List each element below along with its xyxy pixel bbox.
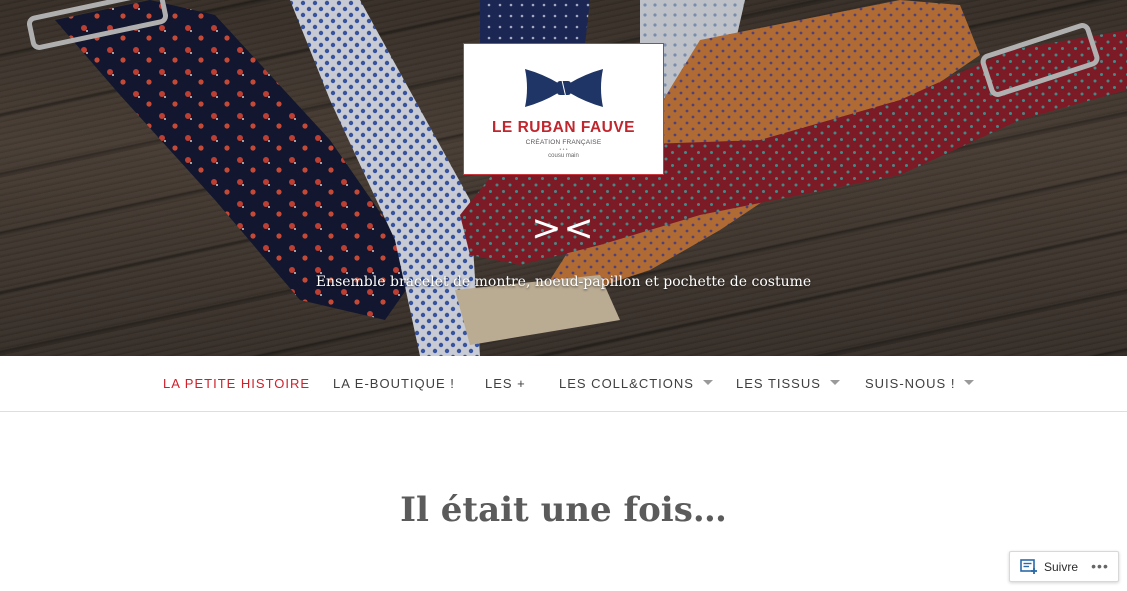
nav-item-suis-nous[interactable]: SUIS-NOUS !: [865, 356, 975, 412]
nav-item-les-collections[interactable]: LES COLL&CTIONS: [559, 356, 713, 412]
nav-item-label: LA PETITE HISTOIRE: [163, 376, 311, 391]
nav-item-la-e-boutique[interactable]: LA E-BOUTIQUE !: [333, 356, 455, 412]
header-image: LE RUBAN FAUVE CRÉATION FRANÇAISE • • • …: [0, 0, 1127, 356]
follow-actionbar: Suivre •••: [1009, 551, 1119, 582]
nav-item-label: SUIS-NOUS !: [865, 376, 956, 391]
nav-item-label: LA E-BOUTIQUE !: [333, 376, 455, 391]
main-navigation: LA PETITE HISTOIRE LA E-BOUTIQUE ! LES +…: [0, 356, 1127, 412]
logo-subtitle-2: cousu main: [548, 153, 579, 159]
logo-name: LE RUBAN FAUVE: [491, 119, 636, 136]
chevron-down-icon: [829, 380, 840, 386]
nav-item-la-petite-histoire[interactable]: LA PETITE HISTOIRE: [163, 356, 310, 412]
nav-item-label: LES COLL&CTIONS: [559, 376, 694, 391]
bow-tie-icon: [525, 69, 603, 107]
follow-button[interactable]: Suivre: [1010, 552, 1090, 581]
nav-item-label: LES +: [485, 376, 526, 391]
site-logo[interactable]: LE RUBAN FAUVE CRÉATION FRANÇAISE • • • …: [463, 43, 664, 175]
nav-item-les-tissus[interactable]: LES TISSUS: [736, 356, 840, 412]
chevron-down-icon: [702, 380, 713, 386]
more-dots-icon[interactable]: •••: [1090, 559, 1110, 573]
page-title: Il était une fois…: [400, 490, 727, 530]
logo-subtitle: CRÉATION FRANÇAISE: [525, 139, 602, 146]
site-title[interactable]: ><: [0, 208, 1127, 249]
site-tagline: Ensemble bracelet de montre, noeud-papil…: [315, 274, 812, 290]
follow-label: Suivre: [1044, 559, 1079, 574]
chevron-down-icon: [964, 380, 975, 386]
nav-item-label: LES TISSUS: [736, 376, 821, 391]
nav-item-les-plus[interactable]: LES +: [485, 356, 526, 412]
reader-follow-icon: [1020, 558, 1037, 574]
